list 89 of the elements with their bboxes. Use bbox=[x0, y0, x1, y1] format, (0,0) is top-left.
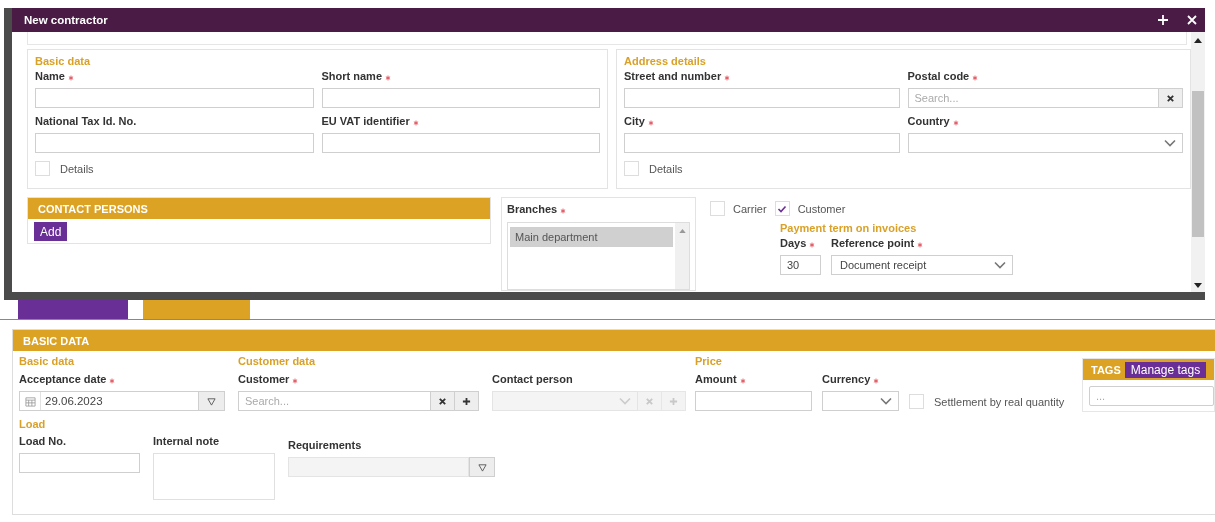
field-label: Internal note bbox=[153, 434, 219, 448]
group-heading: Payment term on invoices bbox=[780, 222, 918, 236]
plus-icon bbox=[669, 396, 678, 406]
field-label: Reference point bbox=[831, 236, 915, 250]
field-label: Amount bbox=[695, 372, 737, 386]
field-label: Branches bbox=[507, 202, 558, 216]
field-label: Name bbox=[35, 69, 65, 83]
text-field[interactable] bbox=[321, 88, 600, 108]
text-field[interactable]: 30 bbox=[780, 255, 821, 275]
page-tab[interactable] bbox=[143, 300, 250, 319]
up-arrow-icon bbox=[678, 229, 686, 233]
text-field[interactable] bbox=[19, 453, 140, 473]
field-label: Short name bbox=[321, 69, 382, 83]
close-icon bbox=[438, 396, 447, 406]
close-button[interactable] bbox=[1186, 13, 1199, 27]
dropdown-button[interactable] bbox=[469, 457, 495, 477]
dropdown[interactable]: Document receipt bbox=[831, 255, 1013, 275]
note-field[interactable] bbox=[153, 453, 275, 500]
calendar-icon bbox=[24, 395, 36, 407]
text-field[interactable] bbox=[624, 133, 900, 153]
field-label: Load No. bbox=[19, 434, 67, 448]
checkbox-label: Details bbox=[649, 162, 683, 175]
triangle-icon bbox=[207, 396, 216, 406]
close-icon bbox=[645, 396, 654, 406]
chevron-icon bbox=[994, 261, 1006, 269]
checkbox-label: Carrier bbox=[733, 202, 767, 215]
triangle-icon bbox=[477, 462, 487, 472]
plus-icon bbox=[1157, 13, 1169, 26]
manage-tags-button[interactable]: Manage tags bbox=[1124, 361, 1207, 378]
group-heading: Basic data bbox=[19, 355, 76, 369]
checkbox[interactable] bbox=[624, 161, 639, 176]
section-title: TAGS bbox=[1091, 363, 1121, 376]
plus-icon bbox=[462, 396, 471, 406]
text-field[interactable] bbox=[624, 88, 900, 108]
clear-button[interactable] bbox=[431, 391, 455, 411]
field-label: Days bbox=[780, 236, 807, 250]
dropdown-button[interactable] bbox=[198, 392, 224, 410]
field-label: Currency bbox=[822, 372, 871, 386]
group-heading: Customer data bbox=[238, 355, 317, 369]
section-title: BASIC DATA bbox=[23, 334, 90, 347]
scrollbar[interactable] bbox=[1191, 32, 1205, 292]
chevron-icon bbox=[1164, 139, 1176, 147]
field-label: Country bbox=[907, 114, 950, 128]
field-label: City bbox=[624, 114, 645, 128]
group-heading: Load bbox=[19, 418, 47, 432]
list-box[interactable]: Main department bbox=[507, 222, 690, 290]
page-tab[interactable] bbox=[18, 300, 128, 319]
section-title: CONTACT PERSONS bbox=[38, 202, 148, 215]
date-field[interactable]: 29.06.2023 bbox=[19, 391, 225, 411]
scrollbar[interactable] bbox=[675, 223, 689, 289]
text-field[interactable] bbox=[321, 133, 600, 153]
close-icon bbox=[1186, 13, 1198, 26]
text-field[interactable] bbox=[35, 88, 314, 108]
text-field[interactable] bbox=[695, 391, 812, 411]
checkbox[interactable] bbox=[909, 394, 924, 409]
group-heading: Address details bbox=[624, 55, 707, 69]
checkbox[interactable] bbox=[35, 161, 50, 176]
close-icon bbox=[1166, 93, 1175, 103]
group-heading: Basic data bbox=[35, 55, 92, 69]
up-arrow-icon bbox=[1194, 38, 1202, 43]
checkbox[interactable] bbox=[710, 201, 725, 216]
checkbox-label: Details bbox=[60, 162, 94, 175]
add-button[interactable]: Add bbox=[34, 222, 68, 241]
dropdown[interactable] bbox=[822, 391, 899, 411]
search-field[interactable]: Search... bbox=[238, 391, 431, 411]
field-label: National Tax Id. No. bbox=[35, 114, 137, 128]
field-label: Contact person bbox=[492, 372, 573, 386]
field-label: Customer bbox=[238, 372, 290, 386]
add-button[interactable] bbox=[455, 391, 479, 411]
dropdown[interactable] bbox=[907, 133, 1183, 153]
chevron-icon bbox=[880, 397, 892, 405]
group-heading: Price bbox=[695, 355, 723, 369]
field-label: Requirements bbox=[288, 438, 362, 452]
field-label: Acceptance date bbox=[19, 372, 107, 386]
checkbox-label: Settlement by real quantity bbox=[934, 395, 1065, 408]
checkbox-label: Customer bbox=[797, 202, 846, 215]
text-field[interactable] bbox=[35, 133, 314, 153]
checkbox[interactable] bbox=[774, 201, 790, 216]
field-label: EU VAT identifier bbox=[321, 114, 410, 128]
field-label: Street and number bbox=[624, 69, 722, 83]
list-item[interactable]: Main department bbox=[510, 227, 673, 247]
tags-field[interactable]: ... bbox=[1089, 386, 1214, 406]
down-arrow-icon bbox=[1194, 283, 1202, 288]
chevron-icon bbox=[619, 397, 631, 405]
search-field[interactable]: Search... bbox=[907, 88, 1159, 108]
check-icon bbox=[777, 203, 788, 214]
clear-button[interactable] bbox=[1159, 88, 1183, 108]
window-title: New contractor bbox=[24, 14, 109, 26]
field-label: Postal code bbox=[907, 69, 970, 83]
